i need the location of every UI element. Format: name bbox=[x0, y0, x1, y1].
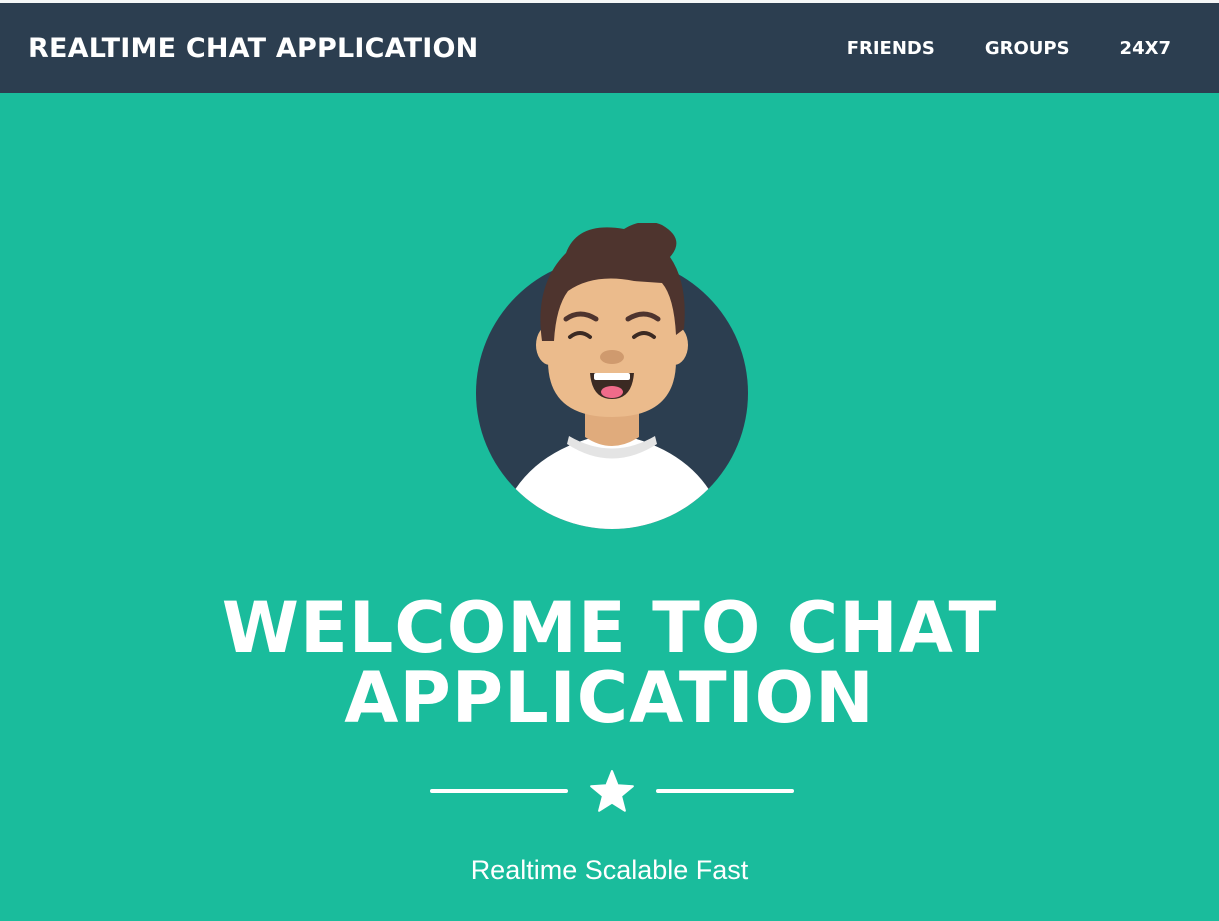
tagline: Realtime Scalable Fast bbox=[470, 855, 749, 885]
navbar: REALTIME CHAT APPLICATION FRIENDS GROUPS… bbox=[0, 3, 1219, 93]
nav-links: FRIENDS GROUPS 24X7 bbox=[797, 38, 1171, 59]
nav-link-friends[interactable]: FRIENDS bbox=[847, 38, 935, 59]
star-icon bbox=[590, 770, 634, 812]
nav-link-24x7[interactable]: 24X7 bbox=[1120, 38, 1171, 59]
brand-link[interactable]: REALTIME CHAT APPLICATION bbox=[28, 33, 478, 64]
masthead: WELCOME TO CHAT APPLICATION Realtime Sca… bbox=[0, 93, 1219, 921]
divider-line-right bbox=[656, 789, 794, 793]
hero-title-line2: APPLICATION bbox=[344, 657, 875, 739]
divider-line-left bbox=[430, 789, 568, 793]
nav-link-groups[interactable]: GROUPS bbox=[985, 38, 1070, 59]
avatar-icon bbox=[476, 223, 748, 529]
star-divider bbox=[430, 770, 794, 812]
hero-title: WELCOME TO CHAT APPLICATION bbox=[0, 593, 1219, 733]
hero-title-line1: WELCOME TO CHAT bbox=[221, 587, 998, 669]
